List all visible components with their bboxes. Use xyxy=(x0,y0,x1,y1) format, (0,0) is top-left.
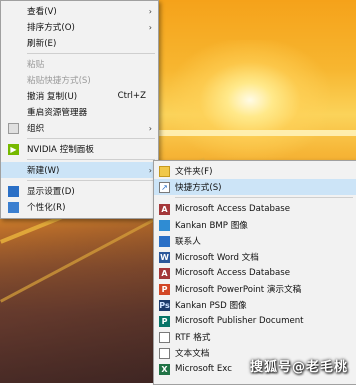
submenu-item-access-database-2[interactable]: A Microsoft Access Database xyxy=(154,265,356,281)
menu-separator xyxy=(27,53,155,54)
access-icon: A xyxy=(159,267,170,279)
menu-item-view[interactable]: 查看(V) › xyxy=(1,3,158,19)
menu-item-undo-copy[interactable]: 撤消 复制(U) Ctrl+Z xyxy=(1,88,158,104)
folder-icon xyxy=(159,165,170,177)
chevron-right-icon: › xyxy=(148,22,152,32)
organize-icon xyxy=(8,122,19,134)
shortcut-label: Ctrl+Z xyxy=(117,91,146,101)
access-icon: A xyxy=(159,203,170,215)
submenu-item-word-document[interactable]: W Microsoft Word 文档 xyxy=(154,249,356,265)
personalize-icon xyxy=(8,201,19,213)
display-icon xyxy=(8,185,19,197)
menu-item-new[interactable]: 新建(W) › xyxy=(1,162,158,178)
rtf-icon xyxy=(159,331,170,343)
text-document-icon xyxy=(159,347,170,359)
menu-item-display-settings[interactable]: 显示设置(D) xyxy=(1,183,158,199)
menu-item-paste[interactable]: 粘贴 xyxy=(1,56,158,72)
excel-icon: X xyxy=(159,363,170,375)
submenu-item-bmp-image[interactable]: Kankan BMP 图像 xyxy=(154,217,356,233)
watermark-text: 搜狐号@老毛桃 xyxy=(249,360,348,375)
new-submenu: 文件夹(F) ↗ 快捷方式(S) A Microsoft Access Data… xyxy=(153,160,356,385)
menu-item-nvidia-control-panel[interactable]: ▶ NVIDIA 控制面板 xyxy=(1,141,158,157)
shortcut-icon: ↗ xyxy=(159,181,170,193)
menu-item-paste-shortcut[interactable]: 粘贴快捷方式(S) xyxy=(1,72,158,88)
menu-item-sort-by[interactable]: 排序方式(O) › xyxy=(1,19,158,35)
menu-item-restart-explorer[interactable]: 重启资源管理器 xyxy=(1,104,158,120)
nvidia-icon: ▶ xyxy=(8,143,19,155)
publisher-icon: P xyxy=(159,315,170,327)
chevron-right-icon: › xyxy=(148,6,152,16)
submenu-item-contact[interactable]: 联系人 xyxy=(154,233,356,249)
psd-icon: Ps xyxy=(159,299,170,311)
menu-separator xyxy=(27,180,155,181)
submenu-item-rtf[interactable]: RTF 格式 xyxy=(154,329,356,345)
sunset-sun xyxy=(170,40,330,160)
menu-separator xyxy=(27,159,155,160)
horizon-glow xyxy=(140,130,356,136)
menu-item-personalize[interactable]: 个性化(R) xyxy=(1,199,158,215)
submenu-item-access-database[interactable]: A Microsoft Access Database xyxy=(154,201,356,217)
submenu-item-publisher[interactable]: P Microsoft Publisher Document xyxy=(154,313,356,329)
menu-separator xyxy=(175,197,353,198)
desktop-context-menu: 查看(V) › 排序方式(O) › 刷新(E) 粘贴 粘贴快捷方式(S) 撤消 … xyxy=(0,0,159,219)
contact-icon xyxy=(159,235,170,247)
submenu-item-shortcut[interactable]: ↗ 快捷方式(S) xyxy=(154,179,356,195)
menu-item-refresh[interactable]: 刷新(E) xyxy=(1,35,158,51)
word-icon: W xyxy=(159,251,170,263)
menu-separator xyxy=(27,138,155,139)
image-icon xyxy=(159,219,170,231)
submenu-item-folder[interactable]: 文件夹(F) xyxy=(154,163,356,179)
chevron-right-icon: › xyxy=(148,123,152,133)
submenu-item-powerpoint[interactable]: P Microsoft PowerPoint 演示文稿 xyxy=(154,281,356,297)
powerpoint-icon: P xyxy=(159,283,170,295)
chevron-right-icon: › xyxy=(148,165,152,175)
menu-item-organize[interactable]: 组织 › xyxy=(1,120,158,136)
submenu-item-psd-image[interactable]: Ps Kankan PSD 图像 xyxy=(154,297,356,313)
